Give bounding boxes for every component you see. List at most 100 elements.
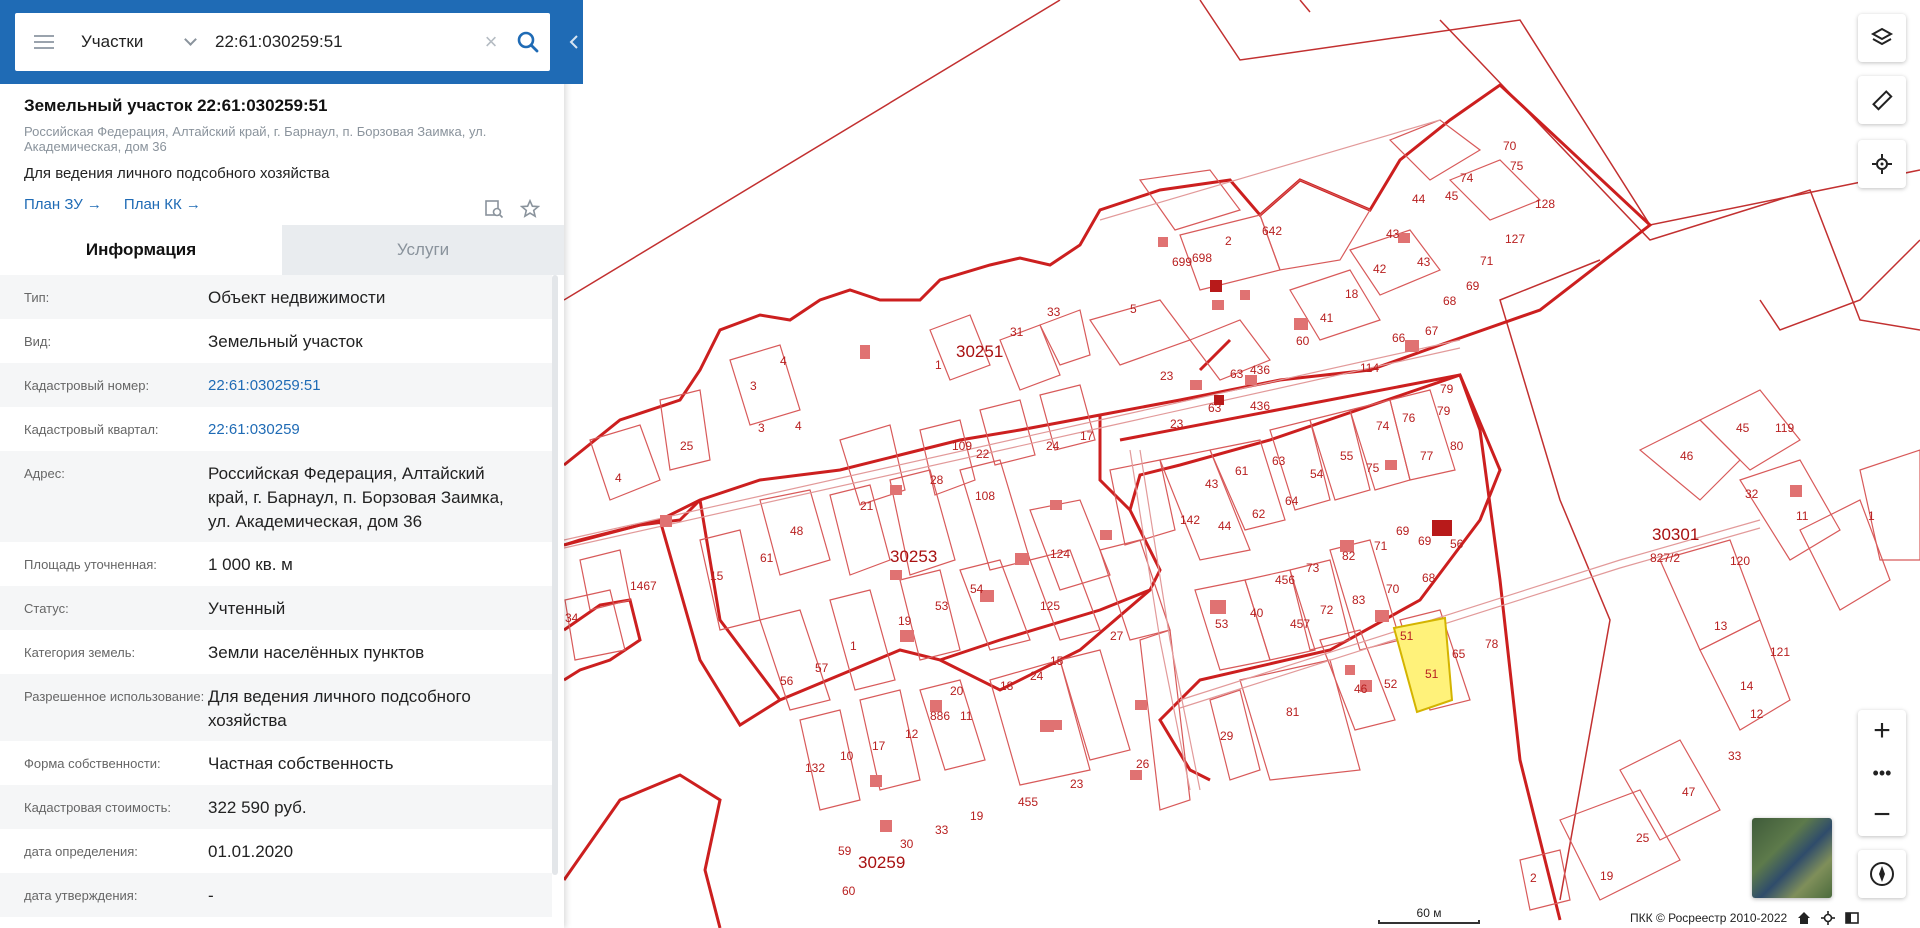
attribute-label: Площадь уточненная: (24, 557, 157, 572)
compass-button[interactable] (1858, 850, 1906, 898)
plan-zu-link[interactable]: План ЗУ → (24, 196, 102, 213)
home-icon[interactable] (1797, 911, 1811, 925)
svg-text:53: 53 (935, 599, 949, 613)
svg-text:77: 77 (1420, 449, 1434, 463)
app-root: 70 75 128 45 44 74 127 43 43 42 71 69 68… (0, 0, 1920, 928)
measure-button[interactable] (1858, 76, 1906, 124)
cadastral-quarter-link[interactable]: 22:61:030259 (208, 418, 528, 442)
attribute-row: Форма собственности: Частная собственност… (0, 741, 552, 785)
plan-kk-link[interactable]: План КК → (124, 196, 201, 213)
document-search-icon[interactable] (484, 199, 504, 219)
svg-text:18: 18 (1000, 679, 1014, 693)
object-type-select[interactable]: Участки (73, 13, 203, 71)
svg-text:456: 456 (1275, 573, 1295, 587)
tab-info[interactable]: Информация (0, 225, 282, 275)
svg-text:4: 4 (780, 354, 787, 368)
attribute-value: 322 590 руб. (208, 798, 307, 817)
tab-services[interactable]: Услуги (282, 225, 564, 275)
svg-text:54: 54 (1310, 467, 1324, 481)
svg-text:642: 642 (1262, 224, 1282, 238)
layers-button[interactable] (1858, 14, 1906, 62)
locate-button[interactable] (1858, 140, 1906, 188)
crosshair-icon[interactable] (1821, 911, 1836, 925)
attribute-label: Категория земель: (24, 645, 136, 660)
attribute-row: дата утверждения: - (0, 873, 552, 917)
object-title: Земельный участок 22:61:030259:51 (24, 96, 328, 115)
zoom-in-button[interactable]: + (1858, 710, 1906, 752)
svg-text:54: 54 (970, 582, 984, 596)
satellite-basemap-toggle[interactable] (1752, 818, 1832, 898)
svg-text:81: 81 (1286, 705, 1300, 719)
attribute-row: Кадастровый номер: 22:61:030259:51 (0, 363, 552, 407)
svg-text:42: 42 (1373, 262, 1387, 276)
svg-text:1467: 1467 (630, 579, 657, 593)
svg-text:20: 20 (950, 684, 964, 698)
search-input[interactable] (203, 13, 476, 71)
svg-text:69: 69 (1418, 534, 1432, 548)
svg-text:23: 23 (1170, 417, 1184, 431)
crosshair-icon (1872, 154, 1892, 174)
quarter-label-30253: 30253 (890, 547, 937, 566)
svg-text:47: 47 (1682, 785, 1696, 799)
svg-text:68: 68 (1443, 294, 1457, 308)
zoom-out-button[interactable]: − (1858, 794, 1906, 836)
svg-text:48: 48 (790, 524, 804, 538)
svg-text:23: 23 (1160, 369, 1174, 383)
svg-text:69: 69 (1466, 279, 1480, 293)
svg-text:30: 30 (900, 837, 914, 851)
svg-text:62: 62 (1252, 507, 1266, 521)
compass-icon (1870, 862, 1894, 886)
attribute-value: 01.01.2020 (208, 842, 294, 861)
info-panel: Участки × Земельный участок 22:61:030259… (0, 0, 583, 928)
svg-text:24: 24 (1030, 669, 1044, 683)
svg-text:25: 25 (1636, 831, 1650, 845)
svg-text:15: 15 (1050, 654, 1064, 668)
scrollbar[interactable] (552, 275, 558, 875)
svg-text:51: 51 (1400, 629, 1414, 643)
attribute-label: Кадастровый номер: (24, 378, 150, 393)
collapse-panel-button[interactable] (564, 0, 583, 84)
svg-text:59: 59 (838, 844, 852, 858)
attribute-row: Тип: Объект недвижимости (0, 275, 552, 319)
svg-text:1: 1 (935, 358, 942, 372)
svg-text:76: 76 (1402, 411, 1416, 425)
svg-text:33: 33 (1047, 305, 1061, 319)
cadastral-number-link[interactable]: 22:61:030259:51 (208, 374, 528, 398)
zoom-more-button[interactable]: ••• (1858, 752, 1906, 794)
svg-text:15: 15 (710, 569, 724, 583)
attribute-row: Статус: Учтенный (0, 586, 552, 630)
svg-text:119: 119 (1775, 421, 1794, 435)
star-icon[interactable] (520, 199, 540, 219)
svg-text:17: 17 (872, 739, 886, 753)
attribute-label: Адрес: (24, 466, 65, 481)
svg-text:67: 67 (1425, 324, 1439, 338)
svg-text:3: 3 (758, 421, 765, 435)
close-icon[interactable]: × (476, 13, 506, 71)
attribute-label: дата утверждения: (24, 888, 138, 903)
svg-text:70: 70 (1386, 582, 1400, 596)
svg-text:55: 55 (1340, 449, 1354, 463)
svg-text:51: 51 (1425, 667, 1439, 681)
zoom-controls: + ••• − (1858, 710, 1906, 836)
svg-text:60: 60 (1296, 334, 1310, 348)
svg-text:75: 75 (1510, 159, 1524, 173)
attribute-value: Объект недвижимости (208, 288, 386, 307)
menu-icon[interactable] (15, 13, 73, 71)
svg-text:29: 29 (1220, 729, 1234, 743)
svg-text:22: 22 (976, 447, 990, 461)
object-purpose: Для ведения личного подсобного хозяйства (24, 165, 330, 182)
svg-text:142: 142 (1180, 513, 1200, 527)
svg-text:124: 124 (1050, 547, 1070, 561)
svg-text:19: 19 (898, 614, 912, 628)
attribute-value: Российская Федерация, Алтайский край, г.… (208, 464, 504, 531)
panel-icon[interactable] (1845, 911, 1859, 925)
attribute-value: Частная собственность (208, 754, 394, 773)
attribute-label: Разрешенное использование: (24, 689, 205, 704)
svg-text:70: 70 (1503, 139, 1517, 153)
search-button[interactable] (506, 13, 550, 71)
svg-text:11: 11 (1796, 509, 1809, 523)
copyright-text: ПКК © Росреестр 2010-2022 (1630, 911, 1788, 925)
svg-text:63: 63 (1208, 401, 1222, 415)
svg-text:71: 71 (1480, 254, 1494, 268)
svg-text:4: 4 (615, 471, 622, 485)
